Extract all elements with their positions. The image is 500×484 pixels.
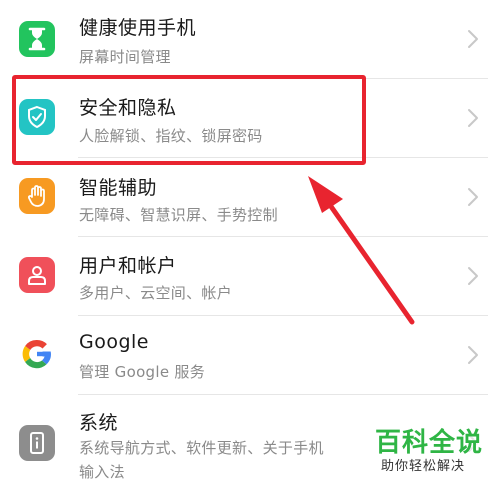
settings-item-subtitle: 管理 Google 服务	[79, 363, 206, 381]
chevron-right-icon	[468, 267, 478, 285]
settings-item-title: 系统	[79, 412, 119, 434]
settings-item-subtitle: 屏幕时间管理	[79, 48, 171, 66]
settings-item-subtitle: 多用户、云空间、帐户	[79, 284, 233, 302]
settings-item-smart-assistance[interactable]: 智能辅助 无障碍、智慧识屏、手势控制	[0, 158, 500, 236]
settings-item-subtitle-line2: 输入法	[79, 463, 125, 481]
settings-item-title: 安全和隐私	[79, 97, 177, 119]
settings-item-title: 智能辅助	[79, 177, 158, 199]
settings-item-title: 健康使用手机	[79, 17, 197, 39]
hand-icon	[19, 178, 55, 214]
watermark-title: 百科全说	[375, 428, 484, 458]
chevron-right-icon	[468, 30, 478, 48]
watermark-subtitle: 助你轻松解决	[381, 459, 466, 474]
shield-check-icon	[19, 99, 55, 135]
chevron-right-icon	[468, 109, 478, 127]
settings-item-subtitle: 人脸解锁、指纹、锁屏密码	[79, 127, 263, 145]
settings-item-title: 用户和帐户	[79, 255, 177, 277]
settings-item-google[interactable]: Google 管理 Google 服务	[0, 316, 500, 394]
settings-item-title: Google	[79, 331, 150, 353]
google-icon	[19, 336, 55, 372]
settings-item-subtitle: 无障碍、智慧识屏、手势控制	[79, 206, 278, 224]
settings-item-users-accounts[interactable]: 用户和帐户 多用户、云空间、帐户	[0, 237, 500, 315]
hourglass-icon	[19, 21, 55, 57]
settings-item-security-privacy[interactable]: 安全和隐私 人脸解锁、指纹、锁屏密码	[0, 79, 500, 157]
chevron-right-icon	[468, 188, 478, 206]
user-icon	[19, 257, 55, 293]
chevron-right-icon	[468, 346, 478, 364]
settings-item-subtitle: 系统导航方式、软件更新、关于手机	[79, 439, 324, 457]
settings-item-digital-balance[interactable]: 健康使用手机 屏幕时间管理	[0, 0, 500, 78]
settings-list: 健康使用手机 屏幕时间管理 安全和隐私 人脸解锁、指纹、锁屏密码 智能辅助 无障…	[0, 0, 500, 484]
info-phone-icon	[19, 425, 55, 461]
